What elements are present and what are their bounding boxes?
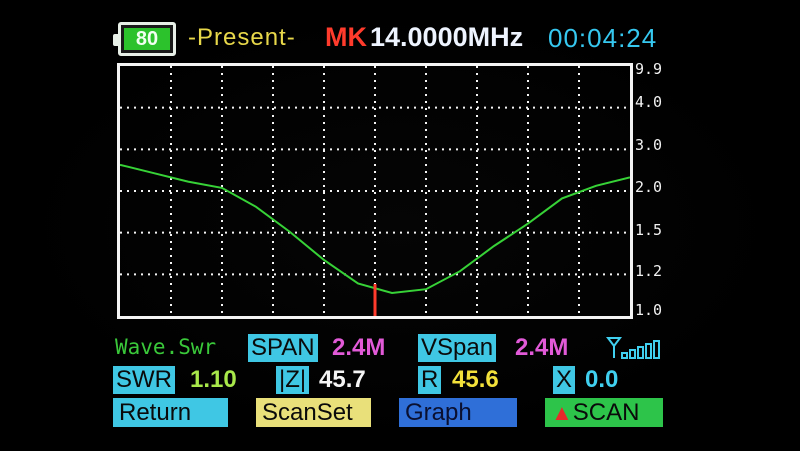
y-tick-label: 2.0 — [635, 178, 663, 196]
clock: 00:04:24 — [548, 23, 658, 53]
marker-label: MK — [325, 22, 367, 52]
resistance-value: 45.6 — [452, 366, 499, 393]
scanset-button[interactable]: ScanSet — [256, 398, 371, 427]
analyzer-screen: 80 -Present- MK 14.0000MHz 00:04:24 9.9 … — [0, 0, 800, 451]
swr-chart-svg — [120, 66, 630, 316]
impedance-value: 45.7 — [319, 366, 366, 393]
y-tick-label: 9.9 — [635, 60, 663, 78]
return-button[interactable]: Return — [113, 398, 228, 427]
swr-value: 1.10 — [190, 366, 237, 393]
y-tick-label: 1.2 — [635, 262, 663, 280]
y-tick-label: 3.0 — [635, 136, 663, 154]
battery-icon: 80 — [113, 22, 176, 56]
battery-level: 80 — [124, 28, 170, 50]
triangle-up-icon: ▲ — [551, 400, 573, 425]
vspan-label: VSpan — [418, 334, 497, 362]
mode-label: -Present- — [188, 24, 296, 51]
y-tick-label: 4.0 — [635, 93, 663, 111]
center-frequency[interactable]: 14.0000MHz — [370, 22, 523, 53]
scan-button-label: SCAN — [572, 399, 640, 426]
resistance-label: R — [418, 366, 442, 394]
swr-label: SWR — [113, 366, 175, 394]
vspan-value: 2.4M — [515, 334, 569, 361]
impedance-label: |Z| — [276, 366, 310, 394]
y-tick-label: 1.0 — [635, 301, 663, 319]
reactance-label: X — [553, 366, 576, 394]
y-tick-label: 1.5 — [635, 221, 663, 239]
span-value: 2.4M — [332, 334, 386, 361]
wave-mode-label: Wave.Swr — [115, 335, 217, 359]
reactance-value: 0.0 — [585, 366, 619, 393]
graph-button[interactable]: Graph — [399, 398, 517, 427]
span-label: SPAN — [248, 334, 318, 362]
scan-button[interactable]: ▲SCAN — [545, 398, 663, 427]
signal-strength-icon — [606, 337, 660, 359]
swr-graph[interactable] — [117, 63, 633, 319]
